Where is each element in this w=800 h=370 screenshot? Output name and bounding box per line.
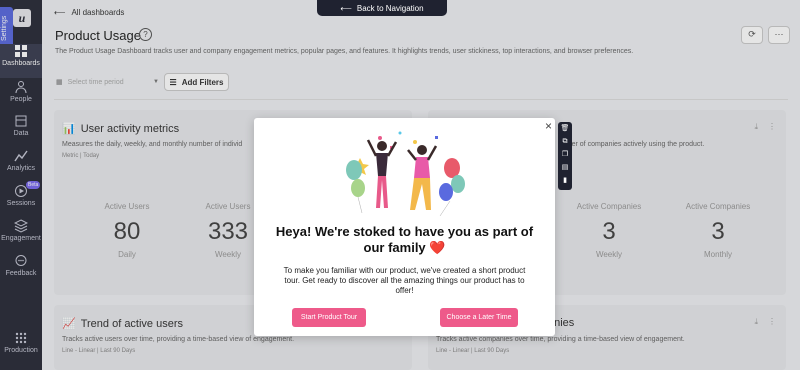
arrow-left-icon: ⟵ (340, 3, 352, 13)
copy-icon[interactable]: ❐ (558, 148, 572, 161)
start-product-tour-button[interactable]: Start Product Tour (292, 308, 366, 327)
choose-later-time-button[interactable]: Choose a Later Time (440, 308, 518, 327)
modal-body: To make you familiar with our product, w… (283, 266, 526, 295)
duplicate-icon[interactable]: ⧉ (558, 135, 572, 148)
back-to-navigation-button[interactable]: ⟵ Back to Navigation (317, 0, 447, 16)
celebration-illustration (346, 131, 465, 217)
welcome-modal: × Heya! We're stoked to have you as part… (254, 118, 555, 336)
modal-title: Heya! We're stoked to have you as part o… (275, 224, 534, 255)
layers-icon[interactable]: ▤ (558, 161, 572, 174)
back-to-navigation-label: Back to Navigation (356, 3, 424, 13)
close-icon[interactable]: × (545, 119, 552, 133)
editor-toolbar: 🗑 ⧉ ❐ ▤ ▮ (558, 122, 572, 190)
delete-icon[interactable]: 🗑 (558, 122, 572, 135)
bookmark-icon[interactable]: ▮ (558, 174, 572, 187)
